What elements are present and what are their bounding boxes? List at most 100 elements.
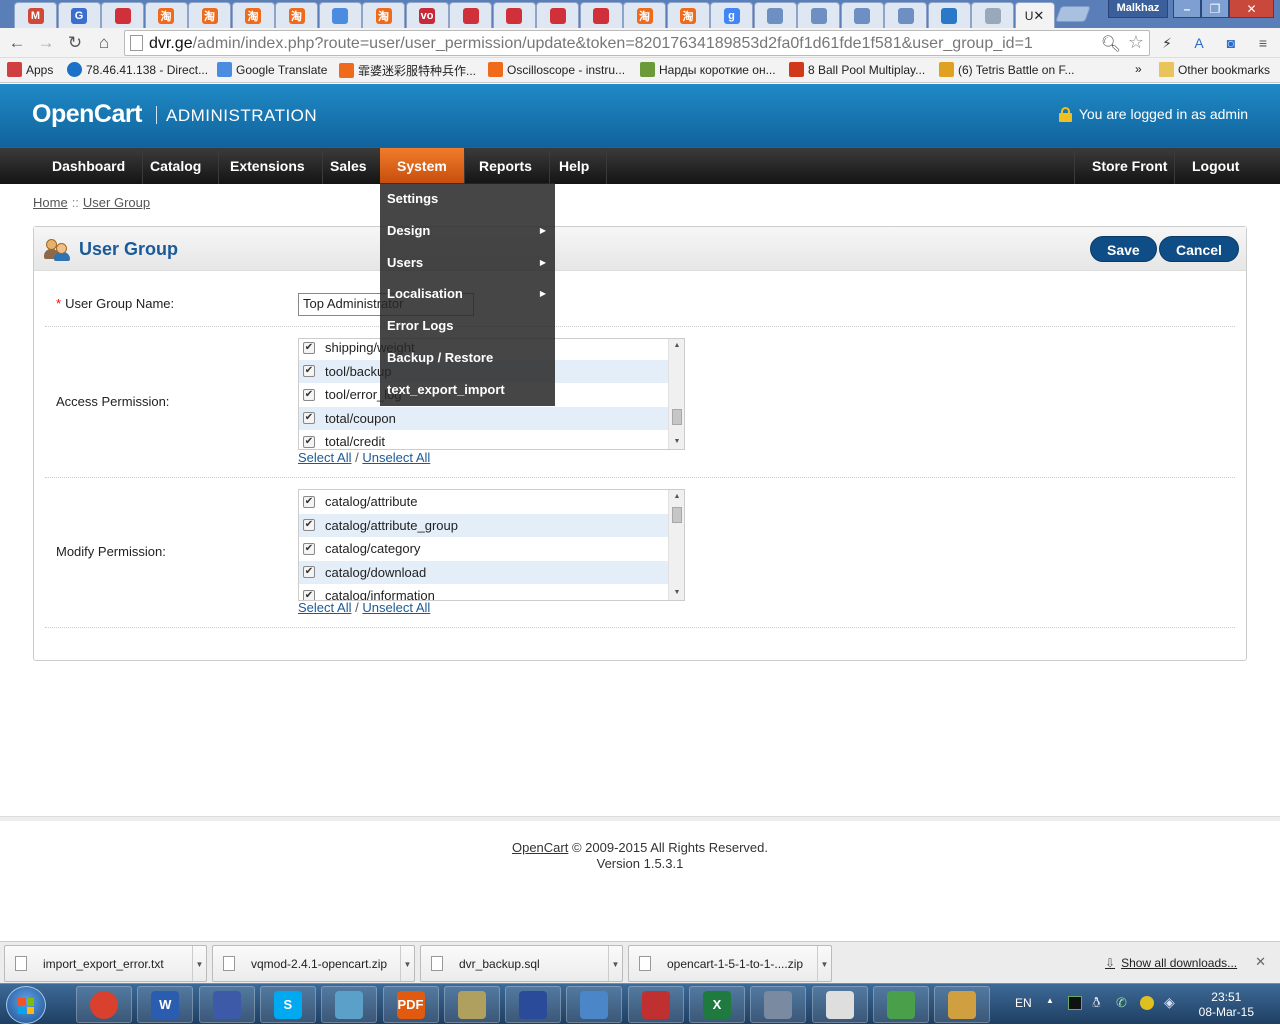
menu-item-system[interactable]: System [380, 148, 465, 184]
download-options-icon[interactable]: ▼ [192, 946, 206, 981]
browser-tab[interactable] [753, 2, 797, 28]
clock[interactable]: 23:51 08-Mar-15 [1199, 990, 1254, 1020]
menu-item-logout[interactable]: Logout [1174, 148, 1256, 184]
download-item[interactable]: import_export_error.txt ▼ [4, 945, 207, 982]
lightning-extension-icon[interactable]: ⚡ [1158, 34, 1176, 52]
taskbar-app[interactable] [811, 986, 868, 1023]
other-bookmarks[interactable]: Other bookmarks [1159, 62, 1270, 77]
access-unselect-all-link[interactable]: Unselect All [362, 450, 430, 465]
save-button[interactable]: Save [1090, 236, 1157, 262]
browser-tab[interactable]: 淘 [362, 2, 405, 28]
browser-tab[interactable] [579, 2, 623, 28]
download-options-icon[interactable]: ▼ [400, 946, 414, 981]
taskbar-app[interactable]: S [259, 986, 316, 1023]
scroll-down-arrow-icon[interactable]: ▼ [669, 586, 684, 600]
access-select-all-link[interactable]: Select All [298, 450, 351, 465]
scroll-down-arrow-icon[interactable]: ▼ [669, 435, 684, 449]
bookmarks-more-button[interactable]: » [1135, 62, 1142, 76]
permission-row[interactable]: ✔ catalog/category [299, 537, 684, 561]
modify-select-all-link[interactable]: Select All [298, 600, 351, 615]
taskbar-app[interactable] [443, 986, 500, 1023]
bookmark-star-icon[interactable]: ☆ [1128, 32, 1144, 53]
taskbar-app[interactable]: W [137, 986, 194, 1023]
volume-tray-icon[interactable]: ◈ [1164, 994, 1175, 1011]
network-tray-icon[interactable]: ✆ [1116, 995, 1127, 1011]
skype-tray-icon[interactable] [1140, 996, 1154, 1010]
permission-checkbox[interactable]: ✔ [303, 388, 315, 401]
browser-tab[interactable]: vo [405, 2, 449, 28]
download-options-icon[interactable]: ▼ [817, 946, 831, 981]
bookmark-item[interactable]: 8 Ball Pool Multiplay... [789, 62, 925, 77]
download-item[interactable]: opencart-1-5-1-to-1-....zip ▼ [628, 945, 832, 982]
scroll-up-arrow-icon[interactable]: ▲ [669, 490, 684, 504]
browser-tab[interactable]: 淘 [231, 2, 275, 28]
close-tab-icon[interactable]: ✕ [1033, 8, 1044, 24]
home-button[interactable]: ⌂ [93, 32, 115, 54]
bookmark-item[interactable]: Oscilloscope - instru... [488, 62, 625, 77]
taskbar-app[interactable] [198, 986, 255, 1023]
scroll-thumb[interactable] [672, 409, 682, 425]
browser-tab[interactable] [492, 2, 536, 28]
breadcrumb-home[interactable]: Home [33, 195, 68, 210]
close-shelf-icon[interactable]: ✕ [1255, 954, 1266, 970]
taskbar-app[interactable] [505, 986, 562, 1023]
dropdown-item-settings[interactable]: Settings [380, 183, 555, 215]
permission-checkbox[interactable]: ✔ [303, 365, 315, 378]
maximize-button[interactable]: ❐ [1201, 0, 1229, 18]
browser-tab[interactable] [101, 2, 144, 28]
zoom-icon[interactable]: 🔍︎ [1101, 34, 1121, 54]
cancel-button[interactable]: Cancel [1159, 236, 1239, 262]
scroll-up-arrow-icon[interactable]: ▲ [669, 339, 684, 353]
menu-item-help[interactable]: Help [542, 148, 608, 184]
bookmark-item[interactable]: (6) Tetris Battle on F... [939, 62, 1075, 77]
bookmark-item[interactable]: 78.46.41.138 - Direct... [67, 62, 208, 77]
permission-checkbox[interactable]: ✔ [303, 435, 315, 448]
taskbar-app[interactable] [76, 986, 132, 1023]
permission-checkbox[interactable]: ✔ [303, 412, 315, 425]
taskbar-app[interactable]: PDF [382, 986, 439, 1023]
start-button[interactable] [6, 986, 46, 1024]
browser-tab[interactable]: 淘 [623, 2, 666, 28]
back-button[interactable]: ← [6, 32, 28, 54]
taskbar-app[interactable] [627, 986, 684, 1023]
permission-row[interactable]: ✔ catalog/attribute_group [299, 513, 684, 537]
download-options-icon[interactable]: ▼ [608, 946, 622, 981]
dropdown-item-backup-restore[interactable]: Backup / Restore [380, 342, 555, 374]
menu-item-store-front[interactable]: Store Front [1074, 148, 1184, 184]
dropdown-item-design[interactable]: Design ▶ [380, 215, 555, 247]
translate-extension-icon[interactable]: A [1190, 34, 1208, 52]
dropdown-item-localisation[interactable]: Localisation ▶ [380, 278, 555, 310]
menu-item-catalog[interactable]: Catalog [133, 148, 220, 184]
modify-permission-list[interactable]: ✔ catalog/attribute ✔ catalog/attribute_gro… [298, 489, 685, 601]
extension-icon[interactable]: ◙ [1222, 34, 1240, 52]
permission-row[interactable]: ✔ catalog/download [299, 560, 684, 584]
access-scrollbar[interactable]: ▲ ▼ [668, 339, 684, 449]
dropdown-item-text-export-import[interactable]: text_export_import [380, 374, 555, 406]
browser-tab[interactable] [797, 2, 840, 28]
permission-row[interactable]: ✔ catalog/attribute [299, 490, 684, 514]
bookmark-item[interactable]: 霏婆迷彩服特种兵作... [339, 62, 476, 79]
menu-item-dashboard[interactable]: Dashboard [35, 148, 144, 184]
bookmark-item[interactable]: Нарды короткие он... [640, 62, 776, 77]
browser-tab[interactable] [927, 2, 971, 28]
close-window-button[interactable]: ✕ [1229, 0, 1274, 18]
permission-checkbox[interactable]: ✔ [303, 566, 315, 579]
breadcrumb-user-group[interactable]: User Group [83, 195, 150, 210]
browser-tab[interactable]: 淘 [275, 2, 318, 28]
browser-tab[interactable]: g [710, 2, 753, 28]
bookmark-item[interactable]: Google Translate [217, 62, 327, 77]
menu-item-extensions[interactable]: Extensions [213, 148, 323, 184]
opencart-logo[interactable]: OpenCart [32, 100, 142, 129]
browser-tab[interactable] [318, 2, 362, 28]
browser-tab[interactable] [449, 2, 492, 28]
language-indicator[interactable]: EN [1015, 996, 1032, 1010]
browser-tab[interactable] [536, 2, 579, 28]
taskbar-app[interactable] [872, 986, 929, 1023]
taskbar-app[interactable] [750, 986, 807, 1023]
minimize-button[interactable]: – [1173, 0, 1201, 18]
monitor-tray-icon[interactable] [1068, 996, 1082, 1010]
qq-tray-icon[interactable]: 🐧︎ [1092, 994, 1101, 1013]
chrome-menu-icon[interactable]: ≡ [1254, 34, 1272, 52]
browser-tab[interactable] [971, 2, 1014, 28]
footer-opencart-link[interactable]: OpenCart [512, 840, 568, 855]
